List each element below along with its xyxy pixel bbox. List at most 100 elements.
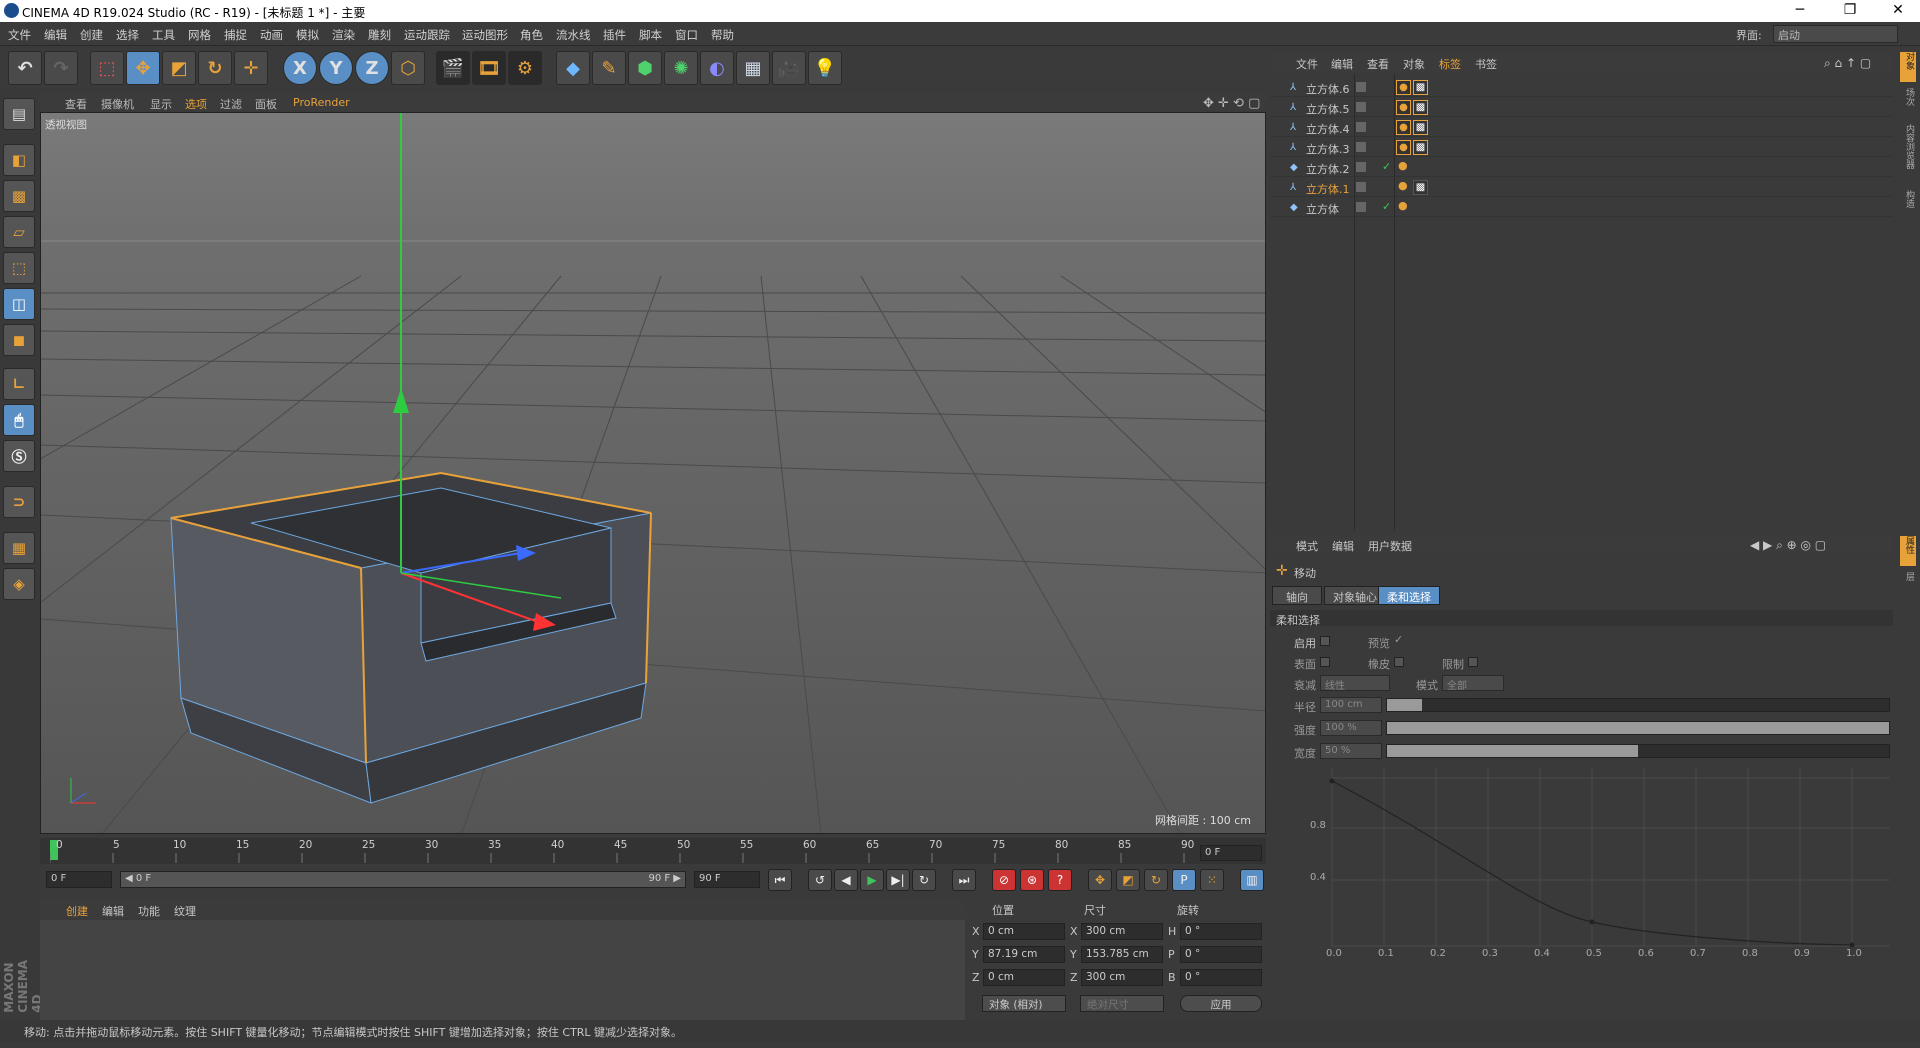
object-name[interactable]: 立方体.2	[1306, 161, 1350, 177]
am-menu-mode[interactable]: 模式	[1296, 538, 1318, 554]
start-frame-field[interactable]: 0 F	[46, 871, 112, 888]
menu-file[interactable]: 文件	[8, 27, 31, 43]
enabled-check-icon[interactable]: ✓	[1382, 160, 1391, 173]
om-menu-edit[interactable]: 编辑	[1331, 56, 1353, 72]
visibility-toggle[interactable]	[1356, 102, 1366, 112]
polygons-mode-icon[interactable]: ◼	[3, 324, 35, 356]
limit-checkbox[interactable]	[1468, 657, 1478, 667]
key-scale-icon[interactable]: ◩	[1116, 869, 1140, 891]
om-toolbar-icons[interactable]: ⌕ ⌂ ↑ ▢	[1824, 56, 1871, 71]
om-menu-file[interactable]: 文件	[1296, 56, 1318, 72]
object-name[interactable]: 立方体.4	[1306, 121, 1350, 137]
object-row[interactable]: ⅄ 立方体.5 ● ▩	[1270, 98, 1893, 117]
tab-structure[interactable]: 构造	[1900, 190, 1916, 220]
rubber-checkbox[interactable]	[1394, 657, 1404, 667]
object-row[interactable]: ⅄ 立方体.4 ● ▩	[1270, 118, 1893, 137]
menu-simulate[interactable]: 模拟	[296, 27, 319, 43]
symmetry-icon[interactable]: ◈	[3, 568, 35, 600]
live-select-icon[interactable]: ⬚	[90, 51, 124, 85]
position-x-field[interactable]: 0 cm	[983, 923, 1065, 940]
end-frame-field[interactable]: 90 F	[694, 871, 760, 888]
auto-keying-icon[interactable]: ⊛	[1020, 869, 1044, 891]
tweak-mode-icon[interactable]: 🖱	[3, 404, 35, 436]
solo-mode-icon[interactable]: Ⓢ	[3, 440, 35, 472]
material-menu-function[interactable]: 功能	[138, 903, 160, 919]
strength-slider[interactable]	[1386, 721, 1890, 735]
edges-mode-icon[interactable]: ◫	[3, 288, 35, 320]
radius-field[interactable]: 100 cm	[1320, 697, 1382, 713]
x-axis-lock-button[interactable]: X	[283, 51, 317, 85]
timeline-window-icon[interactable]: ▥	[1240, 869, 1264, 891]
object-name[interactable]: 立方体.3	[1306, 141, 1350, 157]
preview-checkbox[interactable]: ✓	[1394, 633, 1403, 646]
record-keys-icon[interactable]: ⊘	[992, 869, 1016, 891]
tab-object-axis[interactable]: 对象轴心	[1324, 586, 1386, 605]
scale-tool-icon[interactable]: ◩	[162, 51, 196, 85]
menu-snap[interactable]: 捕捉	[224, 27, 247, 43]
visibility-toggle[interactable]	[1356, 202, 1366, 212]
om-menu-tags[interactable]: 标签	[1439, 56, 1461, 72]
timeline-ruler[interactable]: 0 5 10 15 20 25 30 35 40 45 50 55 60 65 …	[40, 838, 1266, 864]
y-axis-lock-button[interactable]: Y	[319, 51, 353, 85]
render-settings-icon[interactable]: ⚙	[508, 51, 542, 85]
menu-character[interactable]: 角色	[520, 27, 543, 43]
texture-mode-icon[interactable]: ▩	[3, 180, 35, 212]
am-menu-user-data[interactable]: 用户数据	[1368, 538, 1412, 554]
mode-select[interactable]: 全部	[1442, 675, 1504, 692]
subdivision-surface-icon[interactable]: ⬢	[628, 51, 662, 85]
texture-tag-icon[interactable]: ▩	[1413, 80, 1428, 95]
minimize-button[interactable]: ─	[1780, 2, 1820, 18]
points-mode-icon[interactable]: ⬚	[3, 252, 35, 284]
material-manager-area[interactable]	[40, 920, 965, 1020]
viewport-menu-prorender[interactable]: ProRender	[293, 96, 350, 109]
menu-help[interactable]: 帮助	[711, 27, 734, 43]
rotation-h-field[interactable]: 0 °	[1180, 923, 1262, 940]
viewport-menu-display[interactable]: 显示	[150, 96, 172, 112]
material-tag-icon[interactable]: ●	[1396, 120, 1411, 135]
render-view-icon[interactable]: 🎬	[436, 51, 470, 85]
menu-mograph[interactable]: 运动图形	[462, 27, 508, 43]
model-mode-icon[interactable]: ◧	[3, 144, 35, 176]
viewport-menu-view[interactable]: 查看	[65, 96, 87, 112]
deformer-icon[interactable]: ◐	[700, 51, 734, 85]
menu-sculpt[interactable]: 雕刻	[368, 27, 391, 43]
material-tag-icon[interactable]: ●	[1398, 199, 1408, 212]
rotation-b-field[interactable]: 0 °	[1180, 969, 1262, 986]
cloner-icon[interactable]: ✺	[664, 51, 698, 85]
key-parameter-icon[interactable]: P	[1172, 869, 1196, 891]
make-editable-icon[interactable]: ▤	[3, 98, 35, 130]
material-tag-icon[interactable]: ●	[1396, 80, 1411, 95]
maximize-button[interactable]: ❐	[1830, 2, 1870, 18]
viewport-nav-icons[interactable]: ✥ ✛ ⟲ ▢	[1203, 96, 1260, 111]
menu-edit[interactable]: 编辑	[44, 27, 67, 43]
camera-icon[interactable]: 🎥	[772, 51, 806, 85]
snap-icon[interactable]: ⊃	[3, 486, 35, 518]
redo-icon[interactable]: ↷	[44, 51, 78, 85]
move-tool-icon[interactable]: ✥	[126, 51, 160, 85]
play-icon[interactable]: ▶	[860, 869, 884, 891]
position-y-field[interactable]: 87.19 cm	[983, 946, 1065, 963]
coordinate-system-icon[interactable]: ⬡	[391, 51, 425, 85]
object-row[interactable]: ⅄ 立方体.6 ● ▩	[1270, 78, 1893, 97]
floor-icon[interactable]: ▦	[736, 51, 770, 85]
key-position-icon[interactable]: ✥	[1088, 869, 1112, 891]
perspective-viewport[interactable]: 透视视图 网格间距 : 100 cm	[40, 112, 1266, 834]
menu-pipeline[interactable]: 流水线	[556, 27, 591, 43]
object-name[interactable]: 立方体.5	[1306, 101, 1350, 117]
size-y-field[interactable]: 153.785 cm	[1081, 946, 1163, 963]
material-menu-edit[interactable]: 编辑	[102, 903, 124, 919]
recent-tool-icon[interactable]: ✛	[234, 51, 268, 85]
surface-checkbox[interactable]	[1320, 657, 1330, 667]
tab-layers[interactable]: 层	[1900, 572, 1916, 602]
enabled-check-icon[interactable]: ✓	[1382, 200, 1391, 213]
texture-tag-icon[interactable]: ▩	[1413, 120, 1428, 135]
current-frame-field[interactable]: 0 F	[1200, 845, 1262, 861]
visibility-toggle[interactable]	[1356, 82, 1366, 92]
menu-mesh[interactable]: 网格	[188, 27, 211, 43]
texture-tag-icon[interactable]: ▩	[1413, 100, 1428, 115]
visibility-toggle[interactable]	[1356, 142, 1366, 152]
menu-motion-tracking[interactable]: 运动跟踪	[404, 27, 450, 43]
pen-spline-icon[interactable]: ✎	[592, 51, 626, 85]
texture-tag-icon[interactable]: ▩	[1413, 180, 1428, 195]
coordinate-mode-select[interactable]: 对象 (相对)	[982, 995, 1066, 1012]
